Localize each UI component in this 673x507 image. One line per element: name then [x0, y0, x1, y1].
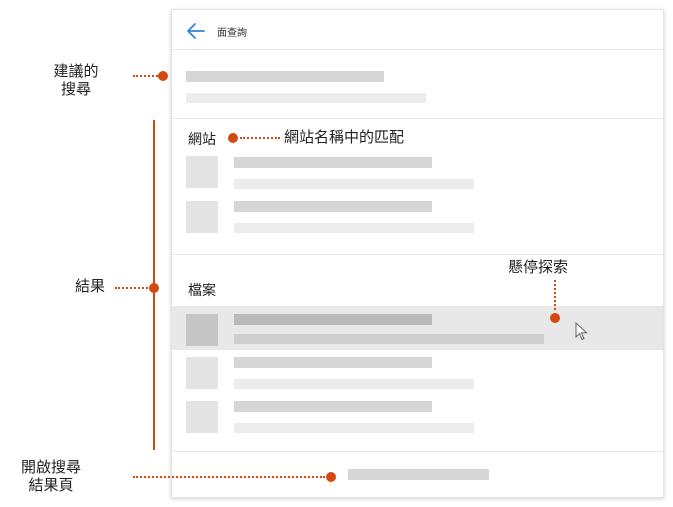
site-thumbnail	[186, 156, 218, 188]
sites-match-marker	[228, 133, 238, 143]
site-line-primary	[234, 201, 432, 212]
hover-explore-marker	[550, 313, 560, 323]
file-line-primary	[234, 314, 432, 325]
sites-section-label: 網站	[188, 132, 216, 148]
header-divider	[172, 49, 663, 50]
hover-explore-leader	[554, 280, 556, 310]
mouse-pointer-icon	[575, 322, 588, 341]
open-results-leader	[133, 476, 325, 478]
open-results-callout: 開啟搜尋 結果頁	[8, 458, 94, 494]
file-line-secondary	[234, 379, 474, 389]
file-line-secondary	[234, 334, 544, 344]
open-results-callout-text: 開啟搜尋 結果頁	[20, 458, 81, 494]
sites-divider	[172, 254, 663, 255]
site-line-secondary	[234, 179, 474, 189]
suggestion-line-primary	[186, 71, 384, 82]
files-divider	[172, 451, 663, 452]
suggested-search-callout-text: 建議的 搜尋	[53, 62, 99, 98]
results-leader	[115, 287, 148, 289]
site-line-primary	[234, 157, 432, 168]
search-query-text[interactable]: 面查詢	[217, 24, 247, 39]
results-marker	[149, 283, 159, 293]
suggestion-line-secondary	[186, 93, 426, 103]
files-section-label: 檔案	[188, 283, 216, 299]
sites-match-callout-text: 網站名稱中的匹配	[284, 128, 405, 146]
search-results-panel: 面查詢 網站 檔案	[171, 9, 664, 498]
sites-match-leader	[240, 137, 280, 139]
file-line-primary	[234, 401, 432, 412]
results-callout-text: 結果	[75, 277, 106, 295]
suggested-search-leader	[133, 75, 158, 77]
hover-explore-callout-text: 懸停探索	[508, 258, 569, 276]
site-thumbnail	[186, 201, 218, 233]
file-thumbnail	[186, 401, 218, 433]
suggested-search-marker	[158, 71, 168, 81]
suggested-search-callout: 建議的 搜尋	[46, 62, 106, 98]
file-thumbnail	[186, 357, 218, 389]
site-line-secondary	[234, 223, 474, 233]
open-results-marker	[326, 472, 336, 482]
file-thumbnail	[186, 314, 218, 346]
file-line-primary	[234, 357, 432, 368]
suggestion-divider	[172, 118, 663, 119]
file-result-item-hovered[interactable]	[172, 306, 663, 350]
file-line-secondary	[234, 423, 474, 433]
open-results-page-link[interactable]	[348, 469, 489, 480]
back-arrow-icon[interactable]	[184, 19, 208, 43]
